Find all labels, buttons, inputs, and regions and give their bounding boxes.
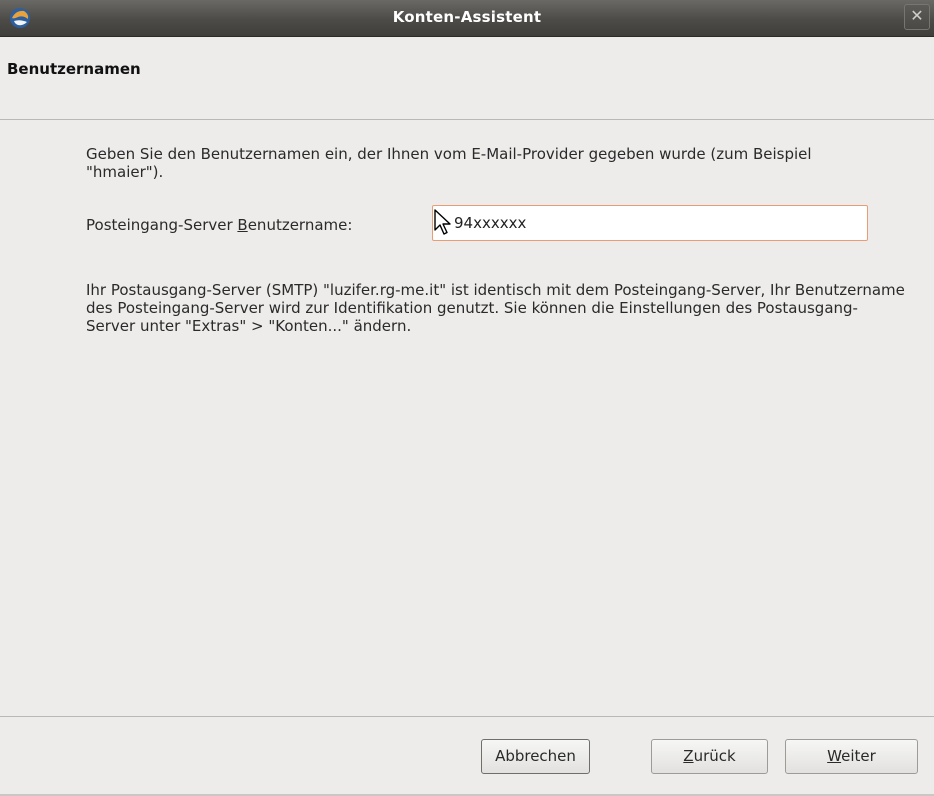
- page-header: Benutzernamen: [0, 37, 934, 120]
- mouse-pointer-icon: [434, 209, 451, 235]
- next-button-label: eiter: [841, 747, 876, 765]
- cancel-button[interactable]: Abbrechen: [481, 739, 590, 774]
- close-button[interactable]: ✕: [904, 4, 930, 30]
- back-button-mnemonic: Z: [683, 747, 694, 765]
- close-icon: ✕: [910, 6, 924, 25]
- username-label-suffix: enutzername:: [247, 216, 353, 234]
- intro-text: Geben Sie den Benutzernamen ein, der Ihn…: [86, 145, 812, 181]
- username-input[interactable]: [432, 205, 868, 241]
- username-label: Posteingang-Server Benutzername:: [86, 216, 352, 234]
- account-wizard-window: Konten-Assistent ✕ Benutzernamen Geben S…: [0, 0, 934, 796]
- title-bar[interactable]: Konten-Assistent ✕: [0, 0, 934, 37]
- window-title: Konten-Assistent: [392, 8, 542, 26]
- back-button-label: urück: [693, 747, 736, 765]
- next-button-mnemonic: W: [827, 747, 842, 765]
- back-button[interactable]: Zurück: [651, 739, 768, 774]
- username-label-mnemonic: B: [237, 216, 248, 234]
- footer-divider: [0, 716, 934, 717]
- page-title: Benutzernamen: [7, 60, 141, 78]
- next-button[interactable]: Weiter: [785, 739, 918, 774]
- smtp-note-text: Ihr Postausgang-Server (SMTP) "luzifer.r…: [86, 281, 905, 335]
- username-label-prefix: Posteingang-Server: [86, 216, 238, 234]
